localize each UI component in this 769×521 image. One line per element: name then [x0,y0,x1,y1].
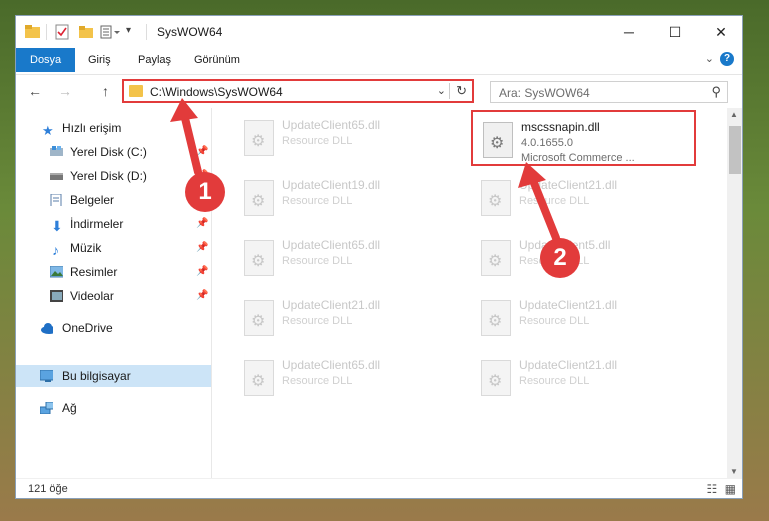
step-2-badge: 2 [540,238,580,278]
step-1-badge: 1 [185,172,225,212]
annotation-arrows [170,98,560,242]
arrow-1 [170,98,202,176]
arrow-2 [518,162,560,242]
